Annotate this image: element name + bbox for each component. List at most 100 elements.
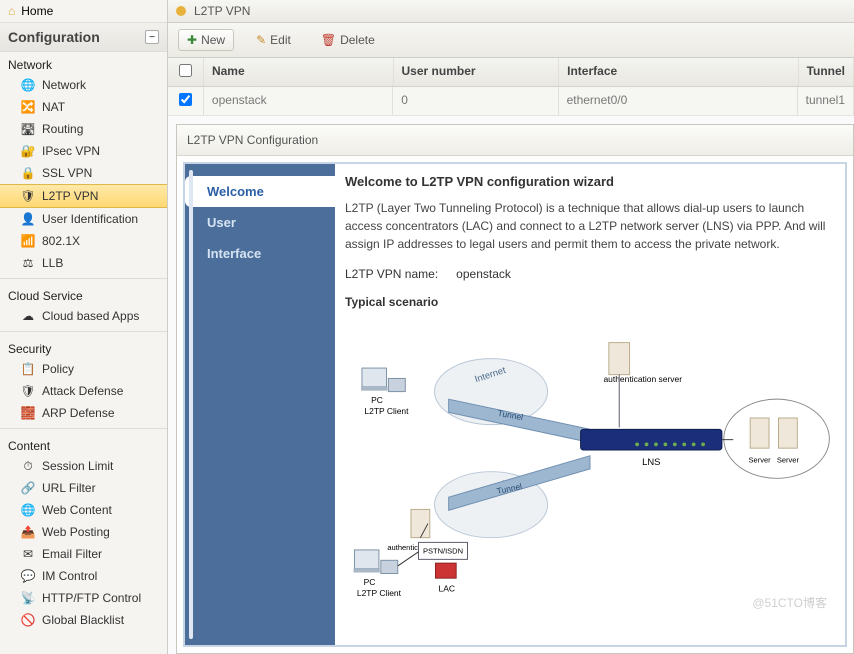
sidebar-item-label: 802.1X [42,234,80,248]
nav-icon: 🧱 [20,405,36,421]
sidebar-item-http-ftp-control[interactable]: 📡 HTTP/FTP Control [0,587,167,609]
wizard-content: Welcome to L2TP VPN configuration wizard… [335,164,845,645]
trash-icon: 🗑 [321,33,336,47]
nav-icon: 📋 [20,361,36,377]
scenario-title: Typical scenario [345,295,835,309]
sidebar-item-label: Network [42,78,86,92]
config-header[interactable]: Configuration − [0,23,167,52]
svg-text:LNS: LNS [642,456,660,467]
sidebar-item-label: Cloud based Apps [42,309,139,323]
svg-text:L2TP Client: L2TP Client [364,406,409,416]
nav-icon: 📶 [20,233,36,249]
sidebar-item-802-1x[interactable]: 📶 802.1X [0,230,167,252]
sidebar-item-user-identification[interactable]: 👤User Identification [0,208,167,230]
sidebar-item-cloud-based-apps[interactable]: ☁ Cloud based Apps [0,305,167,327]
nav-icon: 💬 [20,568,36,584]
sidebar-item-session-limit[interactable]: ⏱Session Limit [0,455,167,477]
sidebar-item-llb[interactable]: ⚖ LLB [0,252,167,274]
sidebar-item-label: ARP Defense [42,406,115,420]
table-header: Name User number Interface Tunnel [168,58,854,87]
wizard-tab-user[interactable]: User [185,207,335,238]
scenario-diagram: Internet Internet Tunnel Tunnel PC L2TP [345,317,835,617]
svg-text:PC: PC [371,395,383,405]
sidebar-item-web-posting[interactable]: 📤Web Posting [0,521,167,543]
sidebar-item-label: LLB [42,256,63,270]
header-tunnel[interactable]: Tunnel [799,58,854,86]
edit-button[interactable]: ✎Edit [248,30,299,50]
header-user[interactable]: User number [394,58,560,86]
nav-icon: 🚫 [20,612,36,628]
nav-icon: 🔗 [20,480,36,496]
nav-icon: ⏱ [20,458,36,474]
config-panel: L2TP VPN Configuration Welcome User Inte… [176,124,854,654]
nav-icon: 🔐 [20,143,36,159]
sidebar-item-web-content[interactable]: 🌐 Web Content [0,499,167,521]
sidebar-item-nat[interactable]: 🔀NAT [0,96,167,118]
section-cloud-title: Cloud Service [0,283,167,305]
svg-text:Server: Server [777,455,800,464]
nav-icon: 🛣 [20,121,36,137]
sidebar-item-network[interactable]: 🌐Network [0,74,167,96]
section-security-title: Security [0,336,167,358]
wizard-desc: L2TP (Layer Two Tunneling Protocol) is a… [345,199,835,253]
table-row[interactable]: openstack 0 ethernet0/0 tunnel1 [168,87,854,116]
svg-text:Server: Server [749,455,772,464]
section-network-title: Network [0,52,167,74]
cell-interface: ethernet0/0 [559,87,798,115]
sidebar-item-label: Attack Defense [42,384,123,398]
sidebar-item-label: URL Filter [42,481,96,495]
home-icon: ⌂ [8,4,15,18]
nav-icon: 📡 [20,590,36,606]
section-content-title: Content [0,433,167,455]
cell-tunnel: tunnel1 [798,87,854,115]
sidebar-item-email-filter[interactable]: ✉Email Filter [0,543,167,565]
wizard-tab-welcome[interactable]: Welcome [185,176,336,207]
header-interface[interactable]: Interface [559,58,798,86]
nav-icon: 👤 [20,211,36,227]
wizard-tab-interface[interactable]: Interface [185,238,335,269]
row-checkbox[interactable] [168,87,204,115]
home-nav[interactable]: ⌂ Home [0,0,167,23]
nav-icon: 🌐 [20,502,36,518]
main-area: L2TP VPN ✚New ✎Edit 🗑Delete Name User nu… [168,0,854,654]
sidebar-item-routing[interactable]: 🛣Routing [0,118,167,140]
tab-title[interactable]: L2TP VPN [194,4,250,18]
nav-icon: 📤 [20,524,36,540]
svg-text:L2TP Client: L2TP Client [357,588,402,598]
plus-icon: ✚ [187,33,197,47]
sidebar-item-label: IM Control [42,569,97,583]
wizard-tabs: Welcome User Interface [185,164,335,645]
sidebar-item-l2tp-vpn[interactable]: 🛡L2TP VPN [0,184,167,208]
collapse-icon[interactable]: − [145,30,159,44]
nav-icon: ⚖ [20,255,36,271]
nav-icon: ✉ [20,546,36,562]
sidebar-item-url-filter[interactable]: 🔗 URL Filter [0,477,167,499]
vpn-name-label: L2TP VPN name: [345,267,438,281]
header-checkbox[interactable] [168,58,204,86]
sidebar-item-arp-defense[interactable]: 🧱 ARP Defense [0,402,167,424]
sidebar-item-attack-defense[interactable]: 🛡 Attack Defense [0,380,167,402]
panel-title: L2TP VPN Configuration [177,125,853,156]
header-name[interactable]: Name [204,58,394,86]
sidebar-item-label: Web Content [42,503,112,517]
delete-button[interactable]: 🗑Delete [313,30,383,50]
wizard-heading: Welcome to L2TP VPN configuration wizard [345,174,835,189]
sidebar-item-policy[interactable]: 📋 Policy [0,358,167,380]
sidebar-item-ipsec-vpn[interactable]: 🔐IPsec VPN [0,140,167,162]
sidebar-item-ssl-vpn[interactable]: 🔒SSL VPN [0,162,167,184]
svg-text:PSTN/ISDN: PSTN/ISDN [423,547,463,556]
sidebar-item-label: Policy [42,362,74,376]
new-button[interactable]: ✚New [178,29,234,51]
nav-icon: ☁ [20,308,36,324]
nav-icon: 🛡 [20,383,36,399]
svg-text:LAC: LAC [439,583,455,593]
watermark: @51CTO博客 [752,594,827,611]
vpn-name-value: openstack [456,267,511,281]
tab-indicator-icon [176,6,186,16]
sidebar-item-im-control[interactable]: 💬 IM Control [0,565,167,587]
cell-user: 0 [393,87,558,115]
panel-body: Welcome User Interface Welcome to L2TP V… [177,156,853,653]
sidebar-item-global-blacklist[interactable]: 🚫Global Blacklist [0,609,167,631]
svg-text:PC: PC [364,577,376,587]
sidebar-item-label: HTTP/FTP Control [42,591,141,605]
